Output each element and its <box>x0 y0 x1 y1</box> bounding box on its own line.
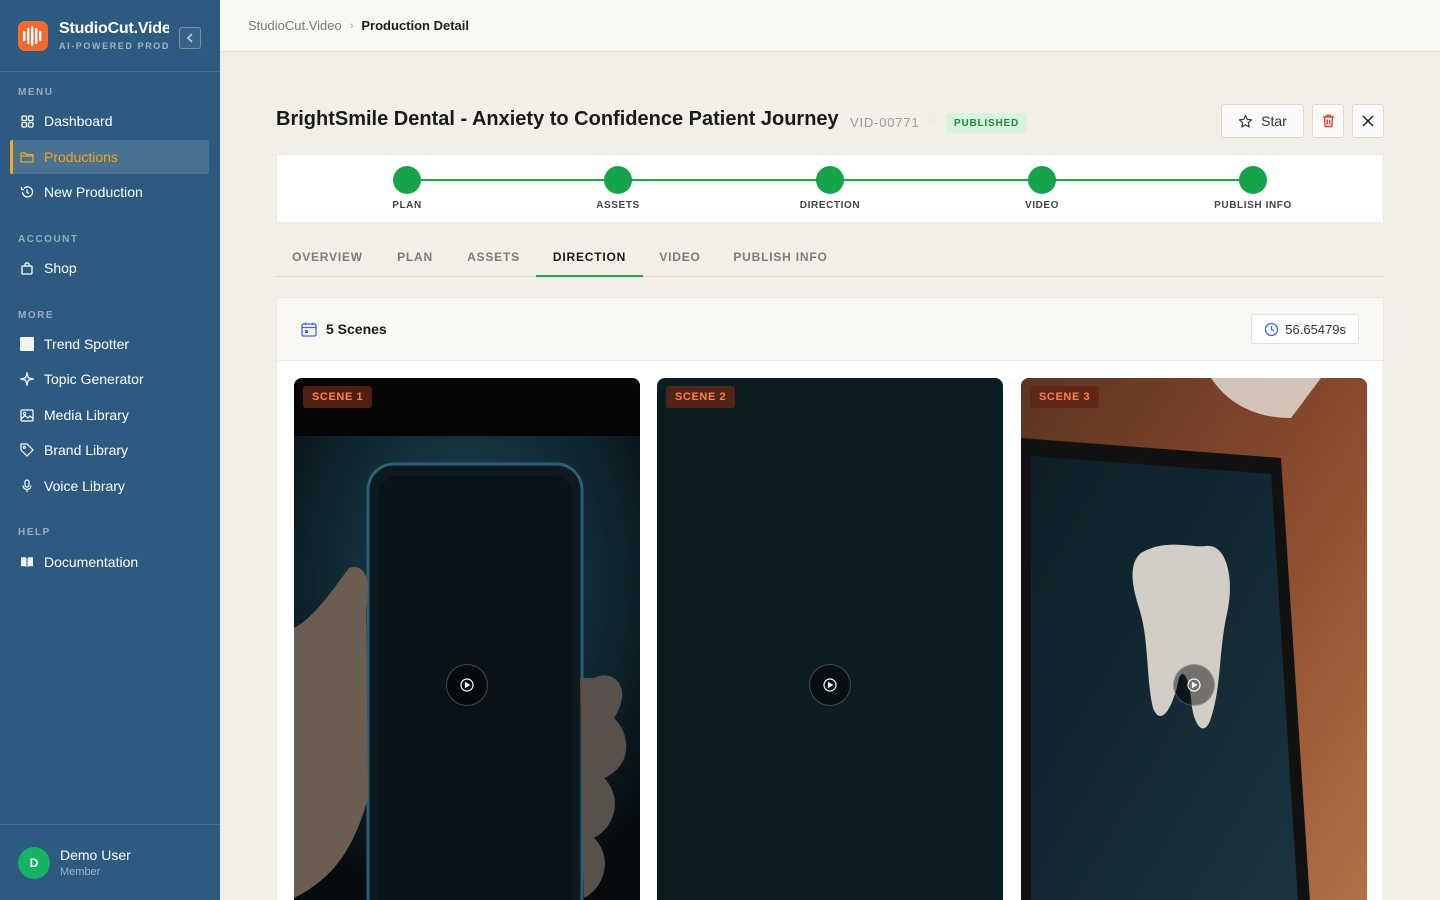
step-dot-direction[interactable] <box>816 166 844 194</box>
brand-logo-icon <box>18 20 48 51</box>
bag-icon <box>20 261 34 275</box>
close-button[interactable] <box>1352 104 1384 138</box>
tab-assets[interactable]: ASSETS <box>451 238 536 276</box>
topbar: StudioCut.Video › Production Detail <box>220 0 1440 52</box>
sidebar-item-label: New Production <box>44 184 143 200</box>
page-title: BrightSmile Dental - Anxiety to Confiden… <box>276 108 839 130</box>
sidebar-item-label: Productions <box>44 149 118 165</box>
step-label-publish-info: PUBLISH INFO <box>1214 200 1292 211</box>
brand: StudioCut.Vide AI-POWERED PRODUCTION <box>0 0 220 72</box>
step-label-plan: PLAN <box>392 200 422 211</box>
scenes-panel: 5 Scenes 56.65479s SCENE 1 SCENE 2 SCENE… <box>276 297 1384 900</box>
sidebar-item-brand-library[interactable]: Brand Library <box>10 433 209 467</box>
scene-label: SCENE 3 <box>1030 386 1100 408</box>
play-icon <box>1187 678 1201 692</box>
nav-section-account: ACCOUNT <box>18 234 79 245</box>
breadcrumb-root[interactable]: StudioCut.Video <box>248 18 342 33</box>
history-icon <box>20 185 34 199</box>
breadcrumb-separator: › <box>349 19 354 32</box>
play-button[interactable] <box>446 664 488 706</box>
play-button[interactable] <box>1173 664 1215 706</box>
book-icon <box>20 555 34 569</box>
star-icon <box>1239 114 1253 128</box>
clock-icon <box>1265 322 1279 336</box>
play-icon <box>460 678 474 692</box>
tab-direction[interactable]: DIRECTION <box>536 238 643 277</box>
step-dot-publish-info[interactable] <box>1239 166 1267 194</box>
chevron-left-icon <box>186 33 193 43</box>
sidebar-item-media-library[interactable]: Media Library <box>10 398 209 432</box>
sidebar-item-trend-spotter[interactable]: Trend Spotter <box>10 327 209 361</box>
duration-badge: 56.65479s <box>1251 314 1359 344</box>
sidebar-item-label: Trend Spotter <box>44 336 130 352</box>
user-name: Demo User <box>60 847 131 863</box>
app-tagline: AI-POWERED PRODUCTION <box>59 41 169 51</box>
star-button-label: Star <box>1261 113 1287 129</box>
image-icon <box>20 408 34 422</box>
tab-bar: OVERVIEW PLAN ASSETS DIRECTION VIDEO PUB… <box>276 238 1384 277</box>
user-profile[interactable]: D Demo User Member <box>0 824 220 900</box>
status-badge: PUBLISHED <box>946 113 1027 133</box>
breadcrumb-current: Production Detail <box>361 18 470 33</box>
collapse-sidebar-button[interactable] <box>179 27 201 49</box>
step-label-video: VIDEO <box>1024 200 1060 211</box>
sidebar-item-shop[interactable]: Shop <box>10 251 209 285</box>
scene-label: SCENE 2 <box>666 386 736 408</box>
folder-icon <box>20 150 34 164</box>
step-dot-plan[interactable] <box>393 166 421 194</box>
sidebar-item-new-production[interactable]: New Production <box>10 175 209 209</box>
step-dot-video[interactable] <box>1028 166 1056 194</box>
scene-card-1[interactable]: SCENE 1 <box>294 378 640 900</box>
nav-section-help: HELP <box>18 527 51 538</box>
tag-icon <box>20 443 34 457</box>
sidebar-item-topic-generator[interactable]: Topic Generator <box>10 362 209 396</box>
user-role: Member <box>60 866 101 878</box>
avatar: D <box>18 846 50 879</box>
sparkle-icon <box>20 372 34 386</box>
scene-card-3[interactable]: SCENE 3 <box>1021 378 1367 900</box>
tab-video[interactable]: VIDEO <box>644 238 716 276</box>
sidebar-item-productions[interactable]: Productions <box>10 140 209 174</box>
sidebar: StudioCut.Vide AI-POWERED PRODUCTION MEN… <box>0 0 220 900</box>
delete-button[interactable] <box>1312 104 1344 138</box>
nav-section-menu: MENU <box>18 87 54 98</box>
sidebar-item-label: Media Library <box>44 407 129 423</box>
tab-overview[interactable]: OVERVIEW <box>276 238 379 276</box>
close-icon <box>1362 115 1374 127</box>
scene-1-thumbnail <box>294 378 640 900</box>
scene-label: SCENE 1 <box>303 386 373 408</box>
step-dot-assets[interactable] <box>604 166 632 194</box>
progress-stepper: PLAN ASSETS DIRECTION VIDEO PUBLISH INFO <box>276 154 1384 223</box>
duration-value: 56.65479s <box>1285 321 1346 337</box>
sidebar-item-voice-library[interactable]: Voice Library <box>10 469 209 503</box>
trash-icon <box>1322 114 1334 128</box>
scene-3-thumbnail <box>1021 378 1367 900</box>
sidebar-item-label: Voice Library <box>44 478 125 494</box>
microphone-icon <box>20 479 34 493</box>
scenes-count: 5 Scenes <box>326 321 387 337</box>
sidebar-item-documentation[interactable]: Documentation <box>10 545 209 579</box>
sidebar-item-label: Documentation <box>44 554 139 570</box>
nav-section-more: MORE <box>18 310 54 321</box>
tab-plan[interactable]: PLAN <box>380 238 450 276</box>
play-icon <box>823 678 837 692</box>
id-separator: · <box>932 115 936 126</box>
star-button[interactable]: Star <box>1221 104 1304 138</box>
chart-square-icon <box>20 337 34 351</box>
sidebar-item-label: Shop <box>44 260 77 276</box>
calendar-icon <box>301 322 317 337</box>
sidebar-item-label: Dashboard <box>44 113 113 129</box>
app-name: StudioCut.Vide <box>59 20 169 37</box>
sidebar-item-dashboard[interactable]: Dashboard <box>10 104 209 138</box>
sidebar-item-label: Topic Generator <box>44 371 144 387</box>
step-label-direction: DIRECTION <box>799 200 861 211</box>
tab-publish-info[interactable]: PUBLISH INFO <box>717 238 844 276</box>
scenes-header: 5 Scenes 56.65479s <box>277 298 1383 361</box>
play-button[interactable] <box>809 664 851 706</box>
sidebar-item-label: Brand Library <box>44 442 129 458</box>
scene-card-2[interactable]: SCENE 2 <box>657 378 1003 900</box>
production-id: VID-00771 <box>850 115 920 130</box>
step-label-assets: ASSETS <box>596 200 640 211</box>
grid-icon <box>20 114 34 128</box>
